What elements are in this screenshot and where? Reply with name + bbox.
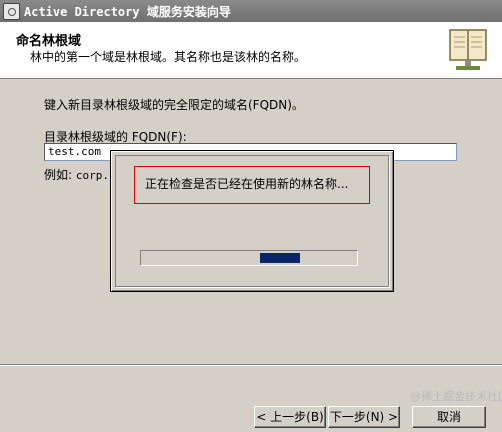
back-button[interactable]: < 上一步(B): [254, 406, 326, 428]
wizard-header: 命名林根域 林中的第一个域是林根域。其名称也是该林的名称。: [0, 22, 502, 79]
progress-bar: [140, 250, 358, 266]
window-title: Active Directory 域服务安装向导: [24, 5, 231, 19]
book-icon: [449, 29, 487, 70]
window-icon[interactable]: [3, 3, 20, 20]
cancel-button[interactable]: 取消: [412, 406, 486, 428]
bottom-divider: [0, 364, 502, 366]
next-button[interactable]: 下一步(N) >: [328, 406, 400, 428]
example-text: 例如: corp.: [44, 166, 109, 183]
page-title: 命名林根域: [16, 34, 82, 49]
example-label: 例如:: [44, 168, 73, 182]
page-subtitle: 林中的第一个域是林根域。其名称也是该林的名称。: [30, 50, 307, 64]
fqdn-prompt: 键入新目录林根级域的完全限定的域名(FQDN)。: [44, 98, 304, 112]
example-value: corp.: [75, 169, 109, 182]
progress-fill: [260, 253, 300, 263]
checking-message: 正在检查是否已经在使用新的林名称...: [145, 177, 349, 191]
watermark: @稀土掘金技术社区: [410, 390, 502, 403]
title-bar[interactable]: Active Directory 域服务安装向导: [0, 0, 502, 22]
